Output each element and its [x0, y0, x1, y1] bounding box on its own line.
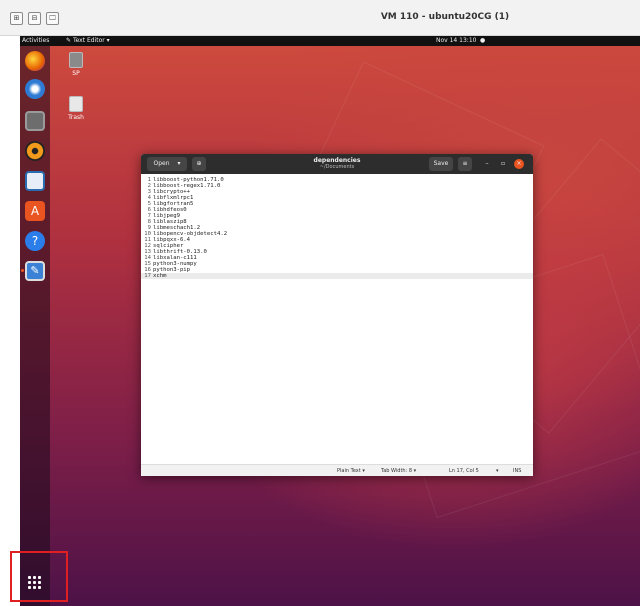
hamburger-menu-icon[interactable]: ≡ — [458, 157, 472, 171]
app-menu-label: Text Editor — [72, 37, 105, 44]
desktop-icon-label: Trash — [68, 114, 84, 121]
desktop-icon-label: SP — [72, 70, 80, 77]
notification-dot-icon: ● — [480, 37, 486, 44]
files-icon[interactable] — [25, 111, 45, 131]
help-icon[interactable]: ? — [25, 231, 45, 251]
text-editor-window: Open ▾ ⊕ dependencies ~/Documents Save ≡… — [141, 154, 533, 476]
line-text: xchm — [153, 273, 167, 279]
status-bar: Plain Text ▾ Tab Width: 8 ▾ Ln 17, Col 5… — [141, 464, 533, 476]
gnome-top-bar: Activities ✎ Text Editor ▾ Nov 14 13:10 … — [20, 36, 640, 46]
vm-titlebar: ⊞ ⊟ 🖵 VM 110 - ubuntu20CG (1) — [0, 0, 640, 36]
insert-mode-indicator: INS — [513, 468, 522, 474]
text-line[interactable]: 17 xchm — [141, 273, 533, 279]
libreoffice-writer-icon[interactable] — [25, 171, 45, 191]
document-title: dependencies — [313, 157, 361, 164]
annotation-highlight-box — [10, 551, 68, 602]
maximize-icon[interactable]: ▫ — [497, 157, 509, 171]
vm-title: VM 110 - ubuntu20CG (1) — [380, 12, 510, 22]
text-editor-icon[interactable]: ✎ — [25, 261, 45, 281]
editor-headerbar: Open ▾ ⊕ dependencies ~/Documents Save ≡… — [141, 154, 533, 174]
firefox-icon[interactable] — [25, 51, 45, 71]
trash-icon — [69, 96, 83, 112]
folder-icon — [69, 52, 83, 68]
cursor-position[interactable]: Ln 17, Col 5 — [449, 465, 479, 476]
chevron-down-icon: ▾ — [106, 37, 110, 44]
software-center-icon[interactable]: A — [25, 201, 45, 221]
text-view[interactable]: 1 libboost-python1.71.0 2 libboost-regex1.7… — [141, 174, 533, 464]
thunderbird-icon[interactable] — [25, 79, 45, 99]
close-icon[interactable]: × — [514, 159, 524, 169]
desktop-folder-sp[interactable]: SP — [58, 52, 94, 77]
desktop-trash[interactable]: Trash — [58, 96, 94, 121]
running-indicator — [21, 269, 24, 272]
minimize-icon[interactable]: – — [481, 157, 493, 171]
clock[interactable]: Nov 14 13:10 — [436, 36, 476, 46]
text-editor-small-icon: ✎ — [66, 37, 73, 44]
save-button[interactable]: Save — [429, 157, 453, 171]
dock: A ? ✎ — [20, 46, 50, 606]
desktop: Activities ✎ Text Editor ▾ Nov 14 13:10 … — [20, 36, 640, 606]
app-menu[interactable]: ✎ Text Editor ▾ — [66, 36, 110, 46]
tab-width-selector[interactable]: Tab Width: 8 ▾ — [381, 465, 416, 476]
rhythmbox-icon[interactable] — [25, 141, 45, 161]
document-path: ~/Documents — [319, 164, 355, 170]
line-number: 17 — [144, 273, 151, 279]
language-selector[interactable]: Plain Text ▾ — [337, 465, 365, 476]
activities-button[interactable]: Activities — [22, 36, 49, 46]
chevron-down-icon[interactable]: ▾ — [496, 465, 499, 476]
